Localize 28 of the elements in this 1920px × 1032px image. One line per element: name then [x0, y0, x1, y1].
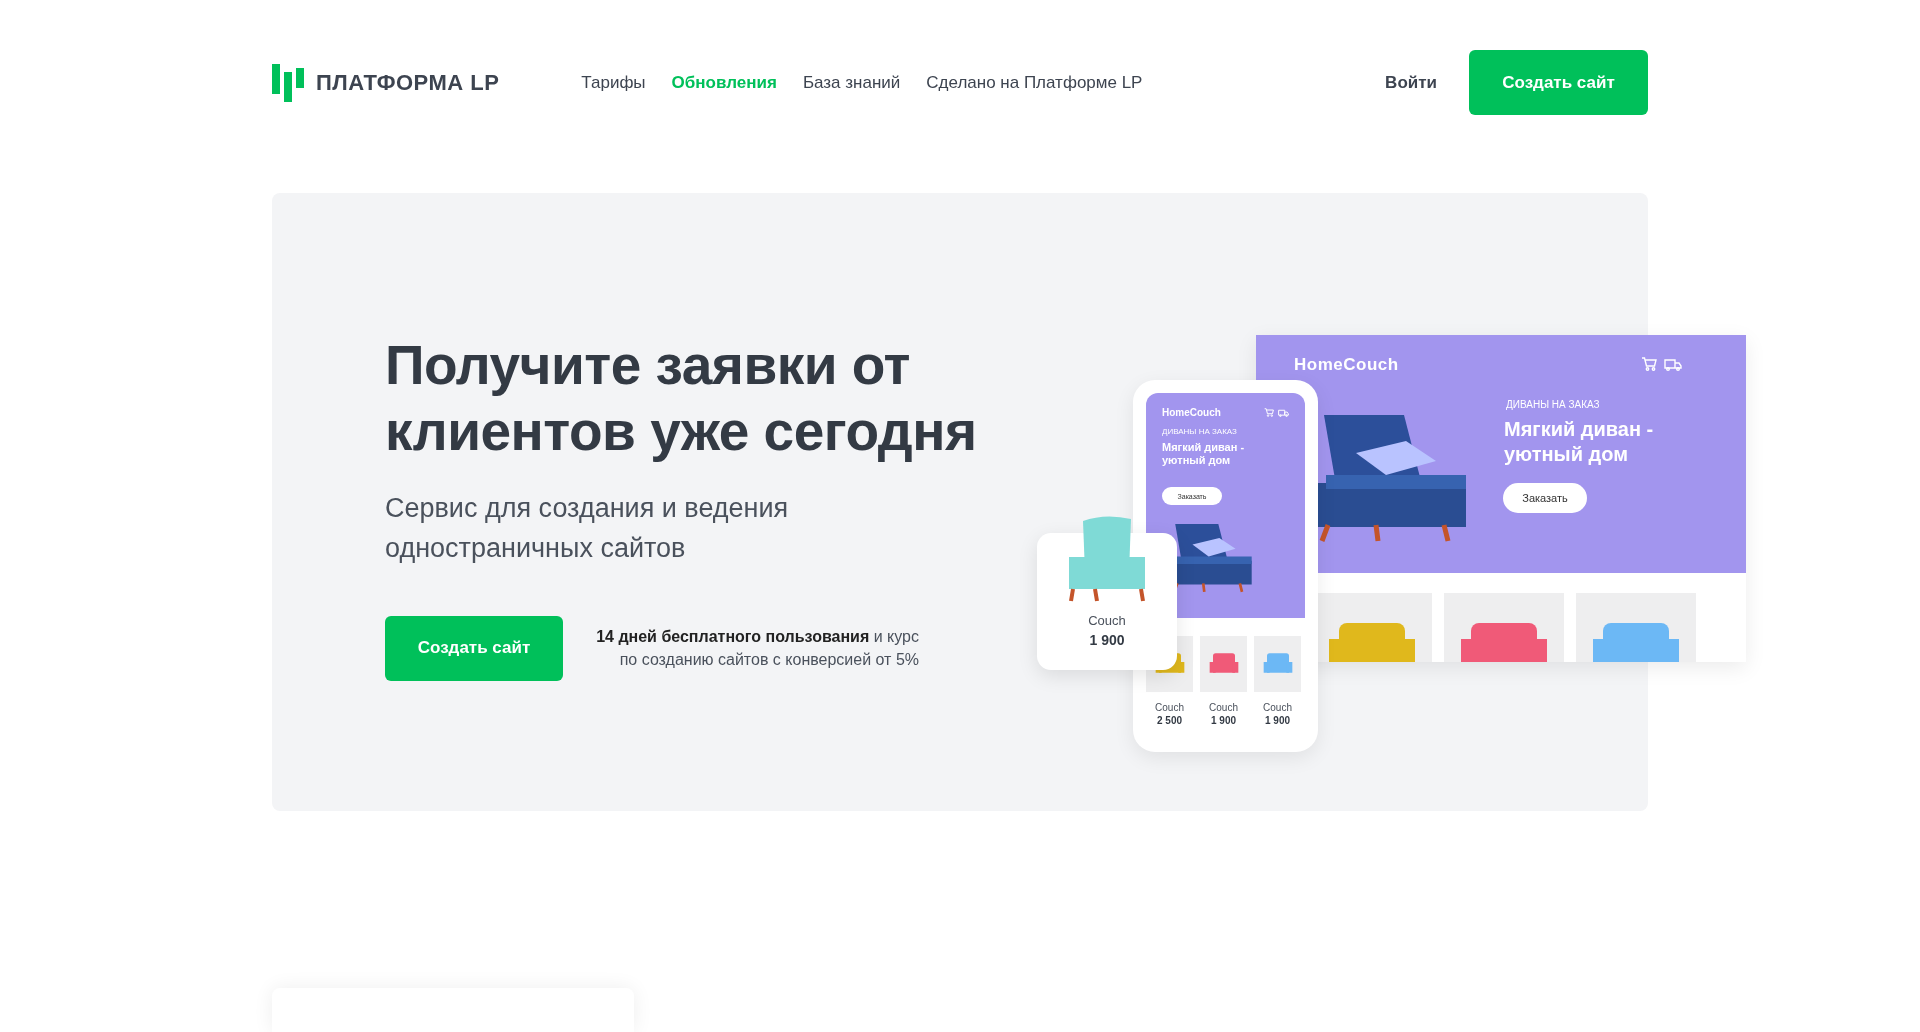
mockup-eyebrow: ДИВАНЫ НА ЗАКАЗ — [1162, 427, 1237, 436]
product-name: Couch — [1263, 702, 1292, 713]
cart-icon — [1264, 408, 1274, 417]
product-price: 1 900 — [1265, 715, 1290, 726]
truck-icon — [1278, 409, 1289, 417]
product-price: 1 900 — [1089, 632, 1125, 648]
mockup-brand: HomeCouch — [1294, 355, 1399, 375]
nav-link[interactable]: Тарифы — [581, 72, 646, 93]
login-link[interactable]: Войти — [1385, 72, 1437, 93]
truck-icon — [1664, 358, 1682, 371]
product-name: Couch — [1155, 702, 1184, 713]
logo-text: ПЛАТФОРМА LP — [316, 69, 500, 96]
product-price: 2 500 — [1157, 715, 1182, 726]
mockup-eyebrow: ДИВАНЫ НА ЗАКАЗ — [1506, 399, 1600, 410]
product-name: Couch — [1088, 613, 1126, 628]
hero-title: Получите заявки от клиентов уже сегодня — [385, 332, 978, 464]
hero-subtitle: Сервис для создания и ведения одностраничных сайтов — [385, 491, 790, 565]
logo-icon — [272, 63, 306, 102]
order-button[interactable]: Заказать — [1503, 483, 1587, 513]
mockup-headline: Мягкий диван - уютный дом — [1504, 417, 1654, 467]
product-name: Couch — [1209, 702, 1238, 713]
product-price: 1 900 — [1211, 715, 1236, 726]
trial-note: 14 дней бесплатного пользования и курс по созданию сайтов с конверсией от 5% — [595, 627, 919, 670]
cart-icon — [1641, 357, 1657, 371]
nav-link[interactable]: База знаний — [802, 72, 901, 93]
mockup-brand: HomeCouch — [1162, 407, 1221, 418]
mockup-headline: Мягкий диван - уютный дом — [1162, 441, 1245, 467]
nav-link[interactable]: Сделано на Платформе LP — [926, 72, 1143, 93]
